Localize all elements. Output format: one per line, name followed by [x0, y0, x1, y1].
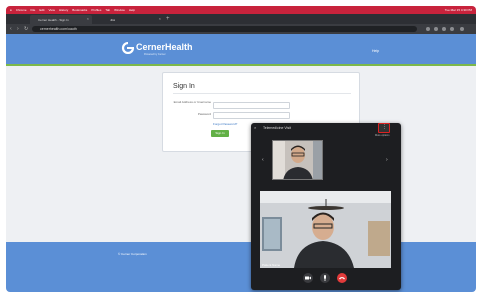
- extension-icon[interactable]: [442, 27, 446, 31]
- tab-title: Cerner Health - Sign In: [38, 17, 69, 22]
- call-title: Telemedicine Visit: [263, 126, 291, 130]
- menu-window[interactable]: Window: [114, 8, 125, 12]
- tab-title: Jitsi: [110, 17, 116, 22]
- divider: [173, 93, 351, 94]
- hang-up-icon: [339, 277, 345, 280]
- kebab-menu-icon: ⋮: [382, 124, 387, 130]
- hang-up-button[interactable]: [337, 273, 347, 283]
- profile-icon[interactable]: [450, 27, 454, 31]
- menu-edit[interactable]: Edit: [39, 8, 44, 12]
- menubar-clock[interactable]: Tue Mar 15 4:30 PM: [445, 8, 472, 12]
- reload-icon[interactable]: ↻: [24, 26, 28, 32]
- brand-subtitle: Powered by Cerner: [144, 53, 166, 56]
- more-options-button[interactable]: ⋮: [378, 123, 390, 133]
- camera-icon: [305, 276, 311, 280]
- url-input[interactable]: cernerhealth.com/oauth: [32, 26, 417, 32]
- site-header: [6, 34, 476, 64]
- menu-chrome[interactable]: Chrome: [16, 8, 27, 12]
- menu-file[interactable]: File: [30, 8, 35, 12]
- email-label: Email Address or Username: [173, 100, 211, 104]
- signin-button[interactable]: Sign In: [211, 130, 229, 137]
- menu-profiles[interactable]: Profiles: [91, 8, 101, 12]
- chevron-right-icon[interactable]: ›: [386, 157, 388, 163]
- video-call-window[interactable]: × Telemedicine Visit ⋮ More options ‹ ›: [251, 123, 401, 290]
- browser-tabbar: Cerner Health - Sign In × Jitsi × +: [6, 14, 476, 24]
- menu-history[interactable]: History: [59, 8, 68, 12]
- back-icon[interactable]: ‹: [10, 26, 12, 32]
- extension-icon[interactable]: [434, 27, 438, 31]
- password-label: Password: [197, 112, 211, 116]
- url-text: cernerhealth.com/oauth: [40, 27, 77, 31]
- os-menubar: ● Chrome File Edit View History Bookmark…: [6, 6, 476, 14]
- tab-signin[interactable]: Cerner Health - Sign In ×: [30, 15, 92, 24]
- browser-menu-icon[interactable]: [460, 27, 464, 31]
- menu-tab[interactable]: Tab: [105, 8, 110, 12]
- camera-toggle-button[interactable]: [303, 273, 313, 283]
- extension-icon[interactable]: [426, 27, 430, 31]
- help-link[interactable]: Help: [372, 49, 379, 53]
- self-view-video[interactable]: [272, 140, 323, 180]
- apple-icon[interactable]: ●: [10, 8, 12, 12]
- menu-view[interactable]: View: [49, 8, 55, 12]
- screen: ● Chrome File Edit View History Bookmark…: [6, 6, 476, 292]
- menu-help[interactable]: Help: [129, 8, 135, 12]
- tab-jitsi[interactable]: Jitsi ×: [102, 15, 164, 24]
- participant-name-label: Patient Name: [262, 263, 281, 267]
- footer-link[interactable]: © Cerner Corporation: [118, 252, 147, 256]
- forgot-password-link[interactable]: Forgot Password?: [213, 122, 237, 126]
- remote-participant-video[interactable]: [260, 191, 391, 268]
- microphone-icon: [324, 275, 326, 281]
- menu-bookmarks[interactable]: Bookmarks: [72, 8, 87, 12]
- password-field[interactable]: [213, 112, 290, 119]
- site-footer: © Cerner Corporation: [6, 242, 476, 292]
- brand-name: CernerHealth: [136, 42, 193, 52]
- email-field[interactable]: tcernerpt: [213, 102, 290, 117]
- address-bar: ‹ › ↻ cernerhealth.com/oauth: [6, 24, 476, 34]
- signin-heading: Sign In: [173, 83, 195, 90]
- microphone-toggle-button[interactable]: [320, 273, 330, 283]
- close-icon[interactable]: ×: [159, 17, 161, 21]
- forward-icon[interactable]: ›: [17, 26, 19, 32]
- tooltip: More options: [375, 134, 390, 137]
- close-icon[interactable]: ×: [87, 17, 89, 21]
- new-tab-button[interactable]: +: [166, 15, 170, 23]
- close-icon[interactable]: ×: [254, 125, 256, 130]
- chevron-left-icon[interactable]: ‹: [262, 157, 264, 163]
- brand-logo-icon: [120, 42, 136, 54]
- header-accent-line: [6, 64, 476, 66]
